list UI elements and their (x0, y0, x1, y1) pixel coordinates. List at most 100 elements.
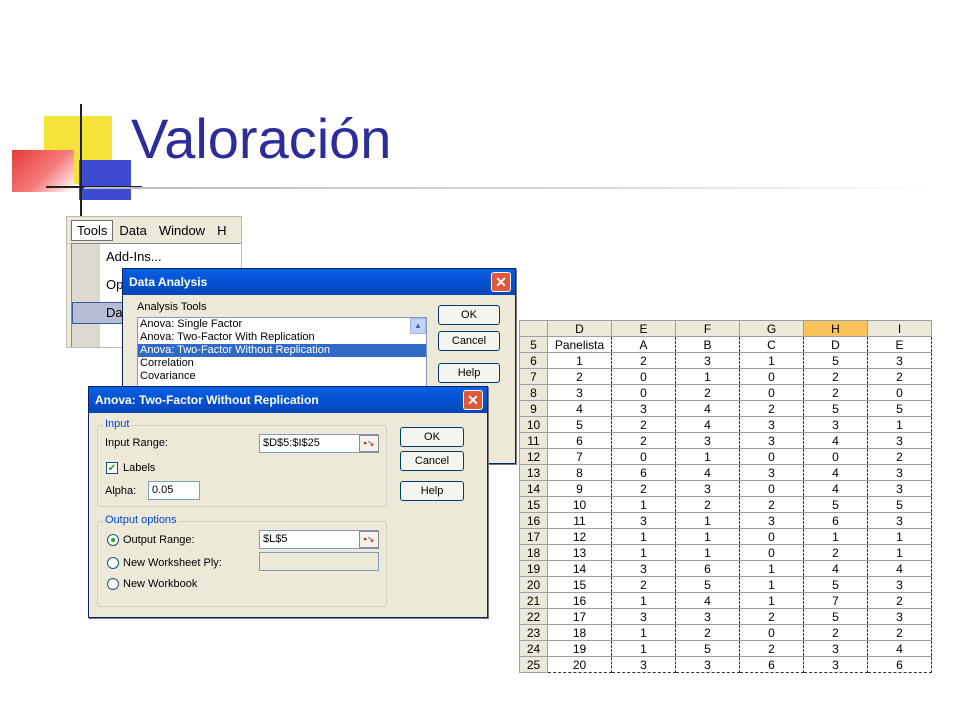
menu-data[interactable]: Data (113, 223, 152, 238)
table-cell[interactable]: 6 (611, 464, 676, 481)
table-cell[interactable]: 1 (675, 368, 740, 385)
table-cell[interactable]: Panelista (547, 336, 612, 353)
table-cell[interactable]: 1 (739, 560, 804, 577)
table-cell[interactable]: 0 (739, 448, 804, 465)
table-cell[interactable]: 3 (739, 432, 804, 449)
table-cell[interactable]: 7 (803, 592, 868, 609)
column-header[interactable]: I (867, 320, 932, 337)
row-header[interactable]: 17 (519, 528, 548, 545)
new-worksheet-ply-radio[interactable] (107, 557, 119, 569)
table-cell[interactable]: 2 (547, 368, 612, 385)
table-cell[interactable]: C (739, 336, 804, 353)
row-header[interactable]: 8 (519, 384, 548, 401)
table-cell[interactable]: 6 (803, 512, 868, 529)
list-item[interactable]: Anova: Two-Factor With Replication (138, 331, 426, 344)
table-cell[interactable]: 0 (611, 368, 676, 385)
table-cell[interactable]: 1 (611, 640, 676, 657)
row-header[interactable]: 24 (519, 640, 548, 657)
table-cell[interactable]: 2 (739, 400, 804, 417)
row-header[interactable]: 19 (519, 560, 548, 577)
table-cell[interactable]: 0 (739, 544, 804, 561)
menu-item-data-analysis[interactable]: Da (106, 305, 123, 320)
table-cell[interactable]: 0 (739, 480, 804, 497)
table-cell[interactable]: 3 (867, 352, 932, 369)
table-cell[interactable]: 1 (803, 528, 868, 545)
table-cell[interactable]: 14 (547, 560, 612, 577)
table-cell[interactable]: 6 (547, 432, 612, 449)
column-header[interactable]: G (739, 320, 804, 337)
table-cell[interactable]: 3 (867, 480, 932, 497)
table-cell[interactable]: 13 (547, 544, 612, 561)
table-cell[interactable]: 2 (611, 576, 676, 593)
table-cell[interactable]: 3 (675, 608, 740, 625)
table-cell[interactable]: 3 (611, 656, 676, 673)
table-cell[interactable]: 5 (547, 416, 612, 433)
table-cell[interactable]: 1 (867, 544, 932, 561)
anova-ok-button[interactable]: OK (400, 427, 464, 447)
table-cell[interactable]: 4 (675, 464, 740, 481)
table-cell[interactable]: 2 (675, 384, 740, 401)
table-cell[interactable]: 1 (675, 512, 740, 529)
table-cell[interactable]: 6 (867, 656, 932, 673)
table-cell[interactable]: 9 (547, 480, 612, 497)
new-worksheet-ply-field[interactable] (259, 552, 379, 571)
table-cell[interactable]: 2 (867, 448, 932, 465)
anova-cancel-button[interactable]: Cancel (400, 451, 464, 471)
table-cell[interactable]: 3 (611, 512, 676, 529)
row-header[interactable]: 5 (519, 336, 548, 353)
table-cell[interactable]: 1 (739, 352, 804, 369)
table-cell[interactable]: 1 (739, 592, 804, 609)
table-cell[interactable]: 4 (867, 640, 932, 657)
column-header[interactable]: E (611, 320, 676, 337)
alpha-field[interactable]: 0.05 (148, 481, 200, 500)
table-cell[interactable]: 15 (547, 576, 612, 593)
table-cell[interactable]: 2 (867, 592, 932, 609)
range-select-icon[interactable]: ▪↘ (359, 435, 379, 452)
table-cell[interactable]: 5 (675, 640, 740, 657)
table-cell[interactable]: 1 (611, 496, 676, 513)
labels-checkbox[interactable]: ✔ (106, 462, 118, 474)
table-cell[interactable]: D (803, 336, 868, 353)
table-cell[interactable]: 1 (675, 528, 740, 545)
table-cell[interactable]: 1 (611, 592, 676, 609)
table-cell[interactable]: 3 (867, 464, 932, 481)
row-header[interactable]: 9 (519, 400, 548, 417)
menu-help[interactable]: H (211, 223, 232, 238)
table-cell[interactable]: 1 (675, 544, 740, 561)
row-header[interactable]: 13 (519, 464, 548, 481)
table-cell[interactable]: 12 (547, 528, 612, 545)
table-cell[interactable]: 4 (803, 432, 868, 449)
data-analysis-cancel-button[interactable]: Cancel (438, 331, 500, 351)
table-cell[interactable]: 0 (611, 384, 676, 401)
table-cell[interactable]: B (675, 336, 740, 353)
table-cell[interactable]: 2 (867, 624, 932, 641)
range-select-icon[interactable]: ▪↘ (359, 531, 379, 548)
table-cell[interactable]: 4 (675, 416, 740, 433)
output-range-radio[interactable] (107, 534, 119, 546)
table-cell[interactable]: 2 (739, 608, 804, 625)
table-cell[interactable]: 2 (611, 416, 676, 433)
table-cell[interactable]: 1 (611, 528, 676, 545)
menu-window[interactable]: Window (153, 223, 211, 238)
column-header[interactable]: D (547, 320, 612, 337)
row-header[interactable]: 16 (519, 512, 548, 529)
list-item-selected[interactable]: Anova: Two-Factor Without Replication (138, 344, 426, 357)
table-cell[interactable]: 1 (611, 624, 676, 641)
close-icon[interactable]: ✕ (491, 272, 511, 292)
table-cell[interactable]: 2 (739, 496, 804, 513)
table-cell[interactable]: 16 (547, 592, 612, 609)
row-header[interactable]: 25 (519, 656, 548, 673)
corner-cell[interactable] (519, 320, 548, 337)
table-cell[interactable]: 0 (739, 384, 804, 401)
table-cell[interactable]: 3 (739, 416, 804, 433)
table-cell[interactable]: 1 (867, 416, 932, 433)
menu-item-add-ins[interactable]: Add-Ins... (106, 249, 162, 264)
row-header[interactable]: 21 (519, 592, 548, 609)
table-cell[interactable]: 3 (611, 400, 676, 417)
list-item[interactable]: Covariance (138, 370, 426, 383)
table-cell[interactable]: 2 (611, 352, 676, 369)
close-icon[interactable]: ✕ (463, 390, 483, 410)
table-cell[interactable]: 5 (867, 400, 932, 417)
column-header[interactable]: F (675, 320, 740, 337)
table-cell[interactable]: 3 (611, 560, 676, 577)
